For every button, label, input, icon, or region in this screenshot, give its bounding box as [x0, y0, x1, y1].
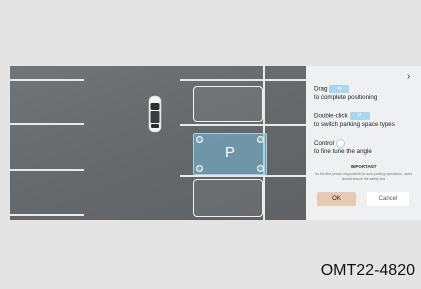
doubleclick-label: Double-click	[314, 112, 348, 120]
guidance-panel: › Drag ⇆ to complete positioning Double-c…	[306, 66, 421, 220]
parking-lot-view: P	[10, 66, 306, 220]
doubleclick-hint: Double-click P	[314, 112, 370, 121]
drag-description: to complete positioning	[314, 94, 378, 101]
corner-handle[interactable]	[257, 136, 264, 143]
corner-handle[interactable]	[257, 165, 264, 172]
control-description: to fine tune the angle	[314, 148, 372, 155]
lane-line	[10, 79, 84, 81]
important-text: As the first person responsible for auto…	[314, 172, 413, 181]
parking-slot[interactable]	[193, 179, 263, 217]
ok-button[interactable]: OK	[317, 192, 356, 206]
parking-slot[interactable]	[193, 86, 263, 122]
cancel-button[interactable]: Cancel	[367, 192, 409, 206]
parking-p-label: P	[224, 144, 235, 161]
car-icon	[148, 95, 162, 133]
corner-handle[interactable]	[196, 136, 203, 143]
lane-line	[180, 175, 306, 177]
lane-line	[180, 124, 306, 126]
parking-type-icon: P	[349, 112, 370, 120]
drag-label: Drag	[314, 85, 328, 93]
rotate-handle-icon	[335, 139, 345, 148]
control-label: Control	[314, 140, 334, 148]
lane-line	[180, 79, 306, 81]
chevron-right-icon[interactable]: ›	[407, 72, 410, 82]
drag-hint: Drag ⇆	[314, 85, 350, 94]
lane-line	[10, 123, 84, 125]
drag-icon: ⇆	[329, 85, 350, 93]
selected-parking-slot[interactable]: P	[193, 133, 267, 175]
figure-code: OMT22-4820	[320, 262, 415, 279]
lane-line	[10, 169, 84, 171]
control-hint: Control	[314, 139, 345, 148]
lane-line	[10, 214, 84, 216]
doubleclick-description: to switch parking space types	[314, 121, 395, 128]
important-title: IMPORTANT	[350, 164, 377, 169]
corner-handle[interactable]	[196, 165, 203, 172]
parking-screen: P › Drag ⇆ to complete positioning Double…	[10, 66, 421, 220]
